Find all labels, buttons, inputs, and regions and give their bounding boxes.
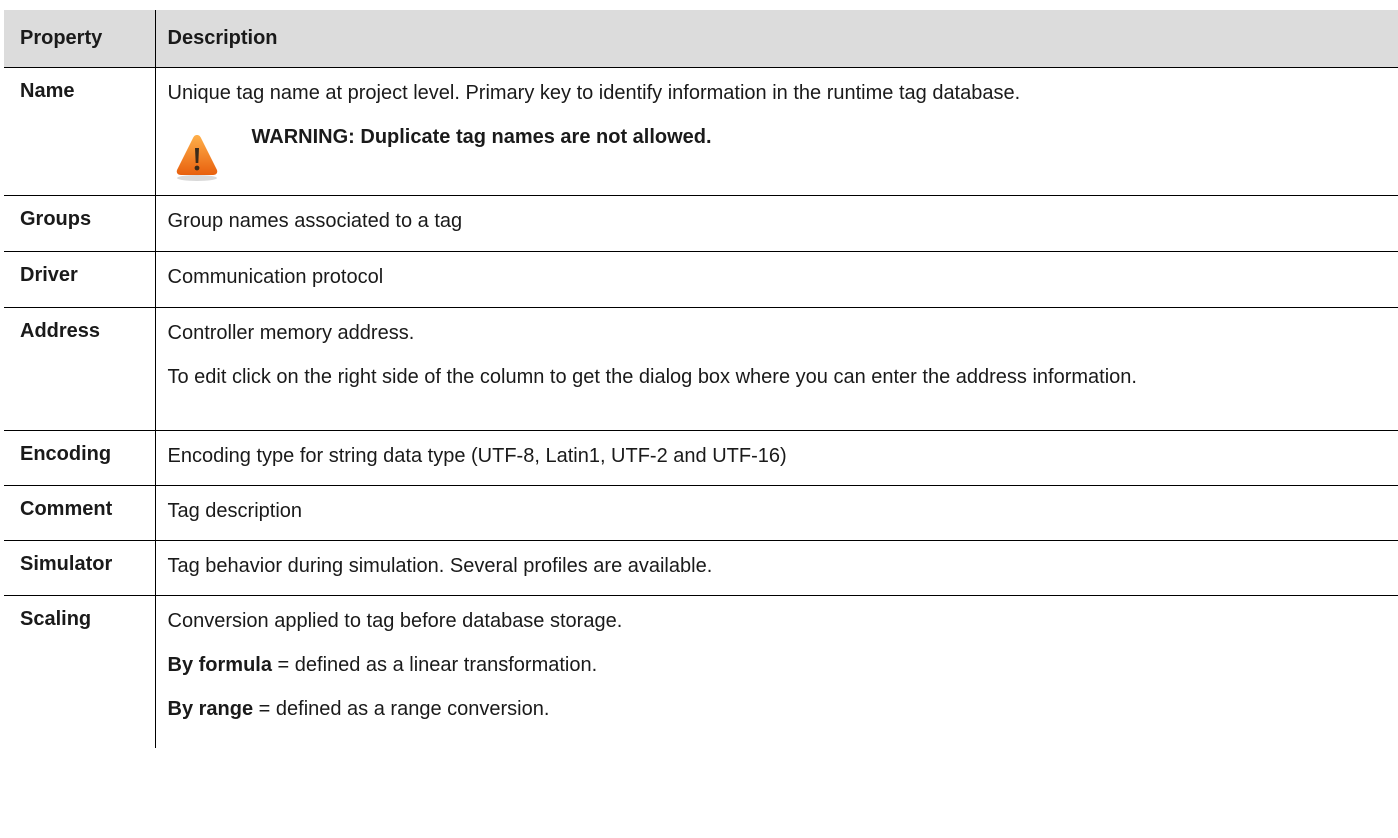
- option-term: By range: [167, 697, 254, 720]
- table-row-encoding: Encoding Encoding type for string data t…: [4, 430, 1398, 486]
- description-cell: Unique tag name at project level. Primar…: [155, 67, 1398, 196]
- property-name: Name: [4, 67, 156, 196]
- header-description: Description: [155, 10, 1398, 68]
- property-name: Address: [4, 307, 156, 431]
- warning-icon: [176, 134, 217, 181]
- table-row-name: Name Unique tag name at project level. P…: [4, 67, 1398, 196]
- table-header-row: Property Description: [4, 10, 1398, 68]
- option-desc: = defined as a linear transformation.: [271, 653, 598, 676]
- warning-text: WARNING: Duplicate tag names are not all…: [251, 125, 712, 148]
- option-formula: By formula = defined as a linear transfo…: [168, 652, 1379, 678]
- property-name: Simulator: [4, 540, 156, 596]
- description-text: To edit click on the right side of the c…: [167, 365, 1137, 388]
- description-text: Tag description: [167, 499, 303, 522]
- property-name: Groups: [4, 195, 156, 252]
- table-row-simulator: Simulator Tag behavior during simulation…: [4, 540, 1398, 596]
- description-text: Unique tag name at project level. Primar…: [167, 81, 1021, 104]
- description-text: Tag behavior during simulation. Several …: [167, 554, 713, 577]
- table-row-scaling: Scaling Conversion applied to tag before…: [4, 595, 1398, 748]
- description-cell: Group names associated to a tag: [155, 195, 1398, 252]
- description-text: Conversion applied to tag before databas…: [167, 609, 623, 632]
- property-name: Comment: [4, 485, 156, 541]
- property-table: Property Description Name Unique tag nam…: [4, 10, 1398, 748]
- description-text: Group names associated to a tag: [167, 209, 463, 232]
- table-row-driver: Driver Communication protocol: [4, 251, 1398, 308]
- property-name: Scaling: [4, 595, 156, 748]
- property-name: Driver: [4, 251, 156, 308]
- description-cell: Tag behavior during simulation. Several …: [155, 540, 1398, 596]
- table-row-comment: Comment Tag description: [4, 485, 1398, 541]
- table-row-address: Address Controller memory address. To ed…: [4, 307, 1398, 431]
- option-term: By formula: [167, 653, 272, 676]
- description-cell: Tag description: [155, 485, 1398, 541]
- property-name: Encoding: [4, 430, 156, 486]
- description-cell: Communication protocol: [155, 251, 1398, 308]
- description-text: Controller memory address.: [167, 321, 415, 344]
- warning-note: WARNING: Duplicate tag names are not all…: [168, 124, 1379, 182]
- description-text: Communication protocol: [167, 265, 384, 288]
- option-range: By range = defined as a range conversion…: [168, 696, 1379, 722]
- description-cell: Controller memory address. To edit click…: [155, 307, 1398, 431]
- option-desc: = defined as a range conversion.: [253, 697, 550, 720]
- table-row-groups: Groups Group names associated to a tag: [4, 195, 1398, 252]
- description-cell: Conversion applied to tag before databas…: [155, 595, 1398, 748]
- description-cell: Encoding type for string data type (UTF-…: [155, 430, 1398, 486]
- description-text: Encoding type for string data type (UTF-…: [167, 444, 787, 467]
- header-property: Property: [4, 10, 156, 68]
